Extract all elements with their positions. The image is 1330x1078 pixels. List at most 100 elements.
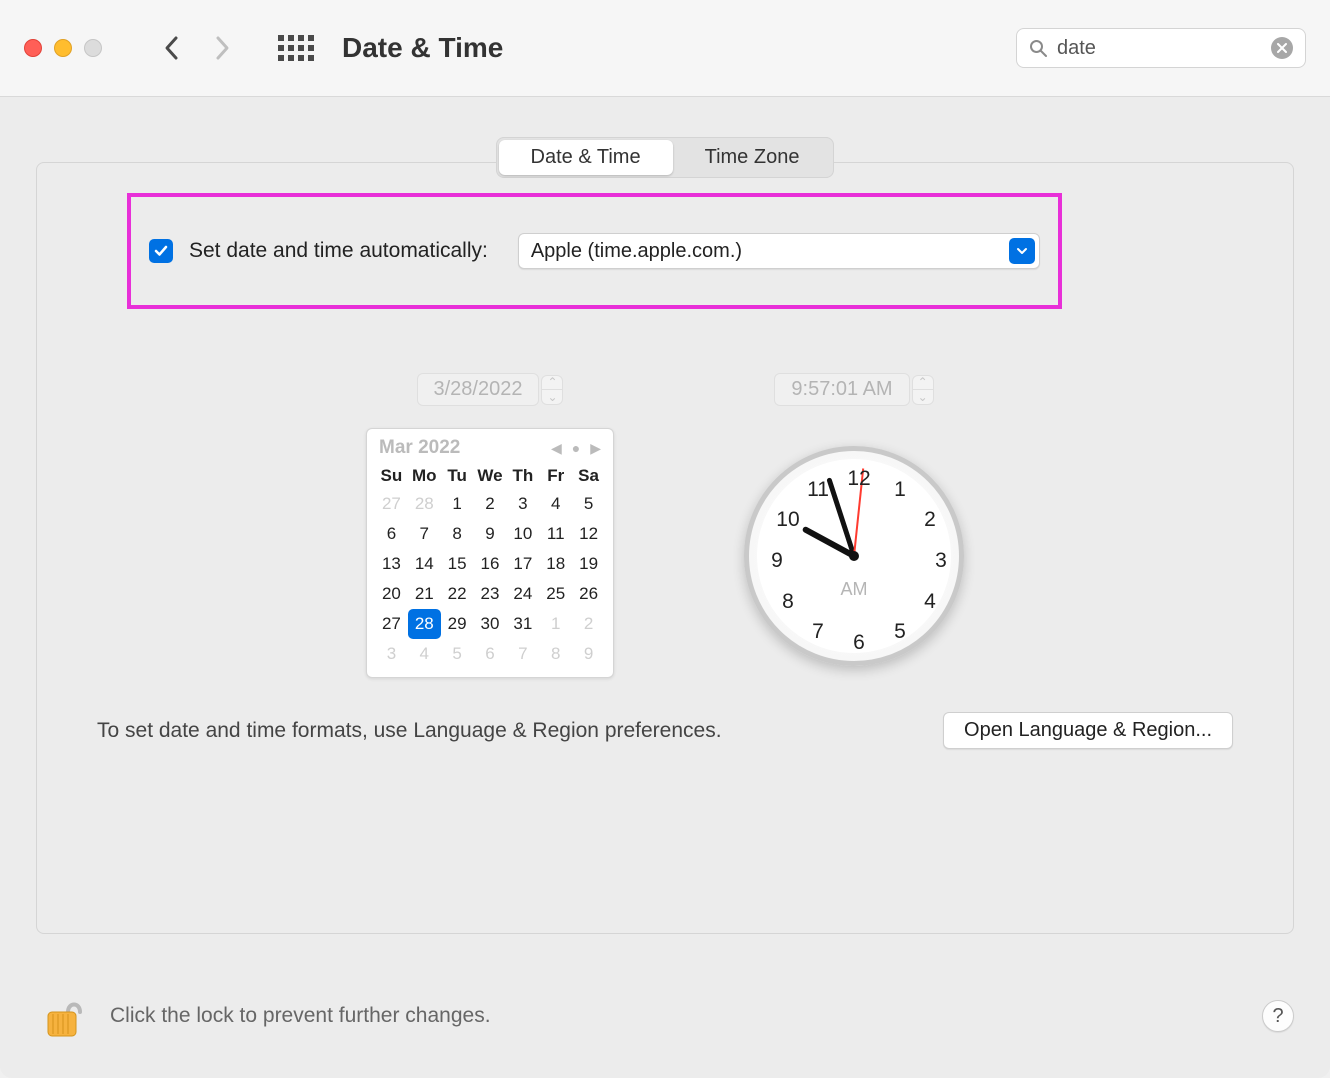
tab-time-zone[interactable]: Time Zone	[673, 140, 832, 175]
date-time-display: 3/28/2022 ⌃ ⌄ Mar 2022 ◀ ● ▶	[97, 373, 1233, 678]
calendar-day: 29	[441, 609, 474, 639]
calendar-prev-icon: ◀	[551, 440, 562, 457]
calendar-day: 28	[408, 489, 441, 519]
clock-number: 3	[935, 549, 947, 573]
format-hint: To set date and time formats, use Langua…	[97, 719, 722, 743]
calendar-day: 19	[572, 549, 605, 579]
clear-search-button[interactable]	[1271, 37, 1293, 59]
calendar-day: 6	[474, 639, 507, 669]
calendar-day: 13	[375, 549, 408, 579]
time-server-value: Apple (time.apple.com.)	[531, 240, 1009, 263]
calendar-dow: Th	[506, 463, 539, 489]
calendar-day: 11	[539, 519, 572, 549]
time-column: 9:57:01 AM ⌃ ⌄ AM	[744, 373, 964, 678]
calendar-month-label: Mar 2022	[379, 437, 460, 459]
date-stepper-arrows: ⌃ ⌄	[541, 375, 563, 405]
clock-number: 2	[924, 508, 936, 532]
clock-number: 4	[924, 590, 936, 614]
auto-time-label: Set date and time automatically:	[189, 239, 488, 263]
clock-number: 1	[894, 478, 906, 502]
clock-number: 11	[807, 478, 829, 502]
window-title: Date & Time	[342, 32, 503, 64]
calendar-day: 8	[539, 639, 572, 669]
search-field[interactable]: date	[1016, 28, 1306, 68]
open-language-region-button[interactable]: Open Language & Region...	[943, 712, 1233, 749]
calendar-day: 14	[408, 549, 441, 579]
tab-date-time[interactable]: Date & Time	[499, 140, 673, 175]
calendar-day: 9	[572, 639, 605, 669]
calendar-day: 20	[375, 579, 408, 609]
calendar-dow: Fr	[539, 463, 572, 489]
forward-button	[206, 32, 238, 64]
stepper-up-icon: ⌃	[542, 376, 562, 390]
clock-number: 9	[771, 549, 783, 573]
calendar-day: 8	[441, 519, 474, 549]
calendar-day: 25	[539, 579, 572, 609]
calendar: Mar 2022 ◀ ● ▶ SuMoTuWeThFrSa27281234567…	[366, 428, 614, 678]
chevron-down-icon	[1009, 238, 1035, 264]
calendar-day: 1	[441, 489, 474, 519]
calendar-day: 2	[474, 489, 507, 519]
calendar-dow: We	[474, 463, 507, 489]
calendar-day: 3	[375, 639, 408, 669]
preferences-window: Date & Time date Date & Time Time Zone	[0, 0, 1330, 1078]
stepper-up-icon: ⌃	[913, 376, 933, 390]
time-server-combobox[interactable]: Apple (time.apple.com.)	[518, 233, 1040, 269]
settings-panel: Set date and time automatically: Apple (…	[36, 162, 1294, 934]
calendar-day: 7	[506, 639, 539, 669]
calendar-day: 3	[506, 489, 539, 519]
back-button[interactable]	[156, 32, 188, 64]
calendar-day: 23	[474, 579, 507, 609]
clock-face: AM 121234567891011	[757, 459, 951, 653]
minimize-window-button[interactable]	[54, 39, 72, 57]
date-stepper: 3/28/2022 ⌃ ⌄	[417, 373, 564, 406]
auto-time-checkbox[interactable]	[149, 239, 173, 263]
analog-clock: AM 121234567891011	[744, 446, 964, 666]
time-stepper: 9:57:01 AM ⌃ ⌄	[774, 373, 933, 406]
time-field: 9:57:01 AM	[774, 373, 909, 406]
clock-number: 12	[847, 467, 870, 491]
calendar-day: 2	[572, 609, 605, 639]
calendar-day: 27	[375, 609, 408, 639]
search-icon	[1029, 39, 1047, 57]
calendar-day: 15	[441, 549, 474, 579]
lock-icon[interactable]	[36, 990, 88, 1042]
content: Date & Time Time Zone Set date and time …	[0, 97, 1330, 970]
calendar-day: 7	[408, 519, 441, 549]
calendar-dow: Sa	[572, 463, 605, 489]
help-button[interactable]: ?	[1262, 1000, 1294, 1032]
zoom-window-button	[84, 39, 102, 57]
calendar-day: 31	[506, 609, 539, 639]
clock-number: 10	[776, 508, 799, 532]
search-input-text: date	[1057, 37, 1261, 60]
clock-ampm-label: AM	[841, 579, 868, 600]
date-column: 3/28/2022 ⌃ ⌄ Mar 2022 ◀ ● ▶	[366, 373, 614, 678]
clock-number: 5	[894, 620, 906, 644]
calendar-today-icon: ●	[572, 440, 580, 456]
clock-number: 7	[812, 620, 824, 644]
close-window-button[interactable]	[24, 39, 42, 57]
stepper-down-icon: ⌄	[542, 390, 562, 404]
clock-pivot	[849, 551, 859, 561]
panel-footer: To set date and time formats, use Langua…	[97, 678, 1233, 749]
window-controls	[24, 39, 102, 57]
calendar-day: 1	[539, 609, 572, 639]
show-all-icon[interactable]	[278, 35, 314, 61]
calendar-day: 9	[474, 519, 507, 549]
lock-hint: Click the lock to prevent further change…	[110, 1004, 1240, 1028]
calendar-day: 4	[539, 489, 572, 519]
calendar-day: 4	[408, 639, 441, 669]
calendar-day: 22	[441, 579, 474, 609]
calendar-day: 30	[474, 609, 507, 639]
calendar-day: 24	[506, 579, 539, 609]
calendar-nav: ◀ ● ▶	[551, 440, 601, 457]
calendar-grid: SuMoTuWeThFrSa27281234567891011121314151…	[375, 463, 605, 669]
calendar-day: 5	[441, 639, 474, 669]
calendar-day: 26	[572, 579, 605, 609]
auto-time-row: Set date and time automatically: Apple (…	[149, 233, 1040, 269]
lock-row: Click the lock to prevent further change…	[0, 970, 1330, 1078]
calendar-day: 12	[572, 519, 605, 549]
time-stepper-arrows: ⌃ ⌄	[912, 375, 934, 405]
calendar-dow: Su	[375, 463, 408, 489]
clock-number: 6	[853, 631, 865, 655]
